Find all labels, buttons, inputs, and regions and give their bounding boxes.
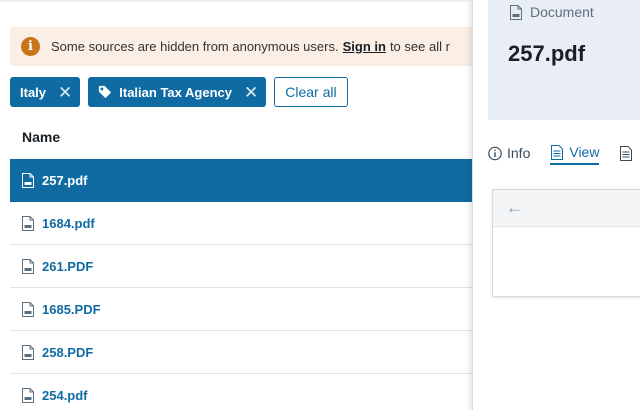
anonymous-notice: i Some sources are hidden from anonymous… (10, 27, 472, 66)
pdf-file-icon (510, 4, 522, 20)
document-viewer: ← (492, 189, 640, 297)
filter-chip-label: Italy (20, 84, 47, 100)
top-divider (0, 0, 472, 2)
column-header-name[interactable]: Name (22, 129, 60, 145)
preview-header: Document 257.pdf (488, 0, 640, 120)
row-name: 254.pdf (42, 387, 88, 403)
pdf-file-icon (22, 172, 34, 188)
tab-view[interactable]: View (550, 141, 600, 165)
table-row[interactable]: 1684.pdf (10, 202, 472, 245)
preview-tabs: Info View (488, 141, 640, 165)
row-name: 1685.PDF (42, 301, 101, 317)
table-row[interactable]: 254.pdf (10, 374, 472, 410)
tab-label: Info (507, 145, 531, 161)
pdf-file-icon (22, 387, 34, 403)
filter-chip-italy[interactable]: Italy ✕ (10, 77, 81, 107)
arrow-left-icon[interactable]: ← (506, 198, 523, 218)
notice-text-after: to see all r (389, 39, 450, 54)
document-kind: Document (510, 4, 594, 20)
pdf-file-icon (22, 301, 34, 317)
tab-label: View (569, 144, 600, 160)
table-row[interactable]: 261.PDF (10, 245, 472, 288)
close-icon[interactable]: ✕ (244, 84, 258, 101)
document-icon (620, 145, 633, 161)
viewer-toolbar: ← (493, 190, 640, 227)
pdf-file-icon (22, 215, 34, 231)
close-icon[interactable]: ✕ (58, 84, 72, 101)
tab-info[interactable]: Info (488, 141, 530, 165)
info-circle-icon (488, 146, 502, 160)
row-name: 258.PDF (42, 344, 94, 360)
notice-text: Some sources are hidden from anonymous u… (51, 39, 339, 54)
pdf-file-icon (22, 344, 34, 360)
document-title: 257.pdf (508, 41, 586, 66)
info-icon: i (21, 37, 40, 56)
preview-drawer: Document 257.pdf Info View ← (472, 0, 640, 410)
tab-text[interactable] (619, 141, 638, 165)
document-icon (551, 144, 564, 160)
row-name: 257.pdf (42, 172, 88, 188)
row-name: 1684.pdf (42, 215, 95, 231)
tag-icon (99, 85, 112, 99)
sign-in-link[interactable]: Sign in (343, 39, 386, 54)
row-name: 261.PDF (42, 258, 94, 274)
table-row[interactable]: 257.pdf (10, 159, 472, 202)
clear-all-button[interactable]: Clear all (274, 77, 348, 107)
active-filters: Italy ✕ Italian Tax Agency ✕ Clear all (10, 77, 348, 107)
filter-chip-italian-tax-agency[interactable]: Italian Tax Agency ✕ (88, 77, 267, 107)
results-pane: i Some sources are hidden from anonymous… (0, 0, 472, 410)
table-row[interactable]: 258.PDF (10, 331, 472, 374)
document-kind-label: Document (530, 4, 594, 20)
filter-chip-label: Italian Tax Agency (119, 84, 232, 100)
results-list: 257.pdf 1684.pdf 261.PDF 1685.PDF 258.PD… (10, 159, 472, 410)
table-row[interactable]: 1685.PDF (10, 288, 472, 331)
pdf-file-icon (22, 258, 34, 274)
